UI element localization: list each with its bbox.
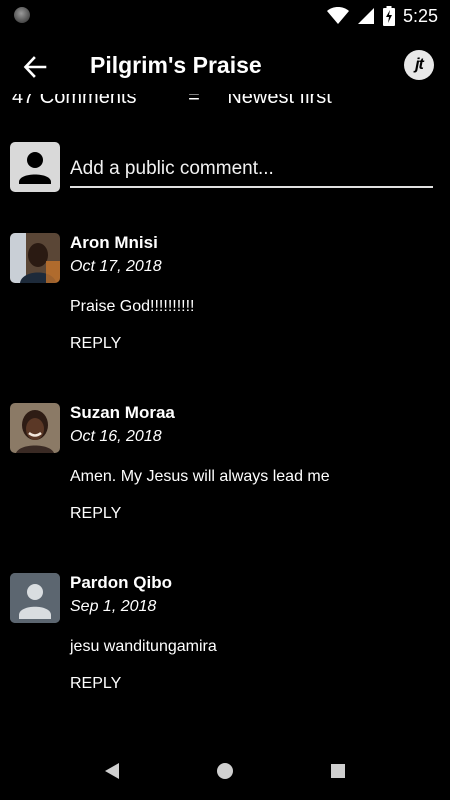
reply-button[interactable]: REPLY — [70, 335, 121, 353]
status-bar: 5:25 — [0, 0, 450, 32]
comment-date: Oct 16, 2018 — [70, 428, 162, 445]
wifi-icon — [326, 7, 349, 24]
add-comment-row — [10, 142, 434, 194]
triangle-back-icon — [105, 763, 119, 779]
reply-button[interactable]: REPLY — [70, 675, 121, 693]
notification-dot-icon — [14, 7, 30, 23]
avatar-photo-icon — [10, 233, 60, 283]
comment-text: jesu wanditungamira — [70, 638, 217, 655]
default-avatar-icon — [10, 573, 60, 623]
comment-text: Praise God!!!!!!!!!! — [70, 298, 195, 315]
commenter-avatar[interactable] — [10, 403, 60, 453]
circle-home-icon — [217, 763, 233, 779]
nav-back-button[interactable] — [101, 760, 123, 782]
nav-recents-button[interactable] — [327, 760, 349, 782]
comment-text: Amen. My Jesus will always lead me — [70, 468, 330, 485]
comment-author: Aron Mnisi — [70, 233, 158, 252]
navigation-bar — [0, 740, 450, 800]
cell-signal-icon — [357, 8, 374, 24]
commenter-avatar[interactable] — [10, 233, 60, 283]
comment-date: Sep 1, 2018 — [70, 598, 157, 615]
app-bar: Pilgrim's Praise jt — [0, 32, 450, 100]
comment-author: Suzan Moraa — [70, 403, 175, 422]
arrow-left-icon — [23, 56, 47, 78]
back-button[interactable] — [18, 50, 52, 84]
comment-author: Pardon Qibo — [70, 573, 172, 592]
commenter-avatar[interactable] — [10, 573, 60, 623]
jt-logo-icon[interactable]: jt — [404, 50, 434, 80]
nav-home-button[interactable] — [214, 760, 236, 782]
comment-date: Oct 17, 2018 — [70, 258, 162, 275]
person-icon — [19, 152, 51, 184]
page-title: Pilgrim's Praise — [90, 52, 262, 78]
square-recents-icon — [331, 764, 345, 778]
status-icons: 5:25 — [326, 5, 438, 27]
add-comment-input[interactable] — [70, 156, 433, 188]
battery-charging-icon — [382, 6, 395, 26]
reply-button[interactable]: REPLY — [70, 505, 121, 523]
avatar-photo-icon — [10, 403, 60, 453]
user-avatar — [10, 142, 60, 192]
status-time: 5:25 — [402, 5, 438, 26]
